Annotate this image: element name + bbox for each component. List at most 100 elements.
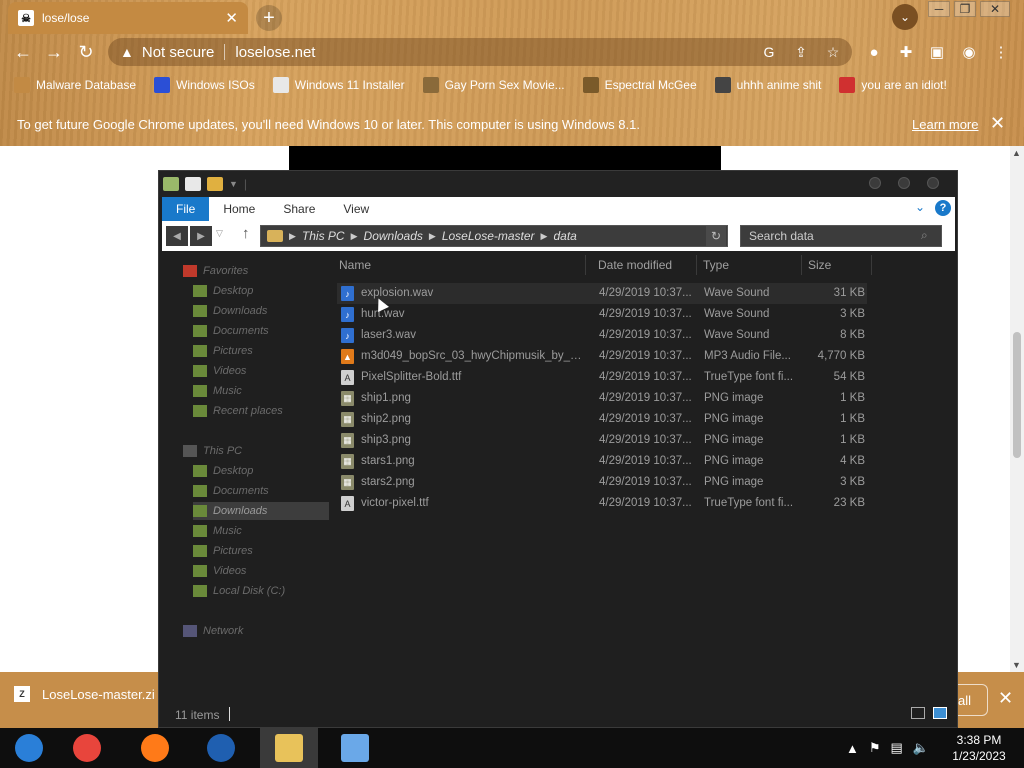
scrollbar-thumb[interactable] bbox=[1013, 332, 1021, 458]
breadcrumb-this-pc[interactable]: This PC bbox=[302, 229, 345, 243]
address-bar[interactable]: ▲ Not secure loselose.net bbox=[108, 38, 852, 66]
file-row[interactable]: ♪ explosion.wav 4/29/2019 10:37... Wave Sou… bbox=[337, 283, 867, 304]
page-scrollbar[interactable]: ▲ ▼ bbox=[1010, 146, 1024, 672]
nav-item[interactable]: Local Disk (C:) bbox=[193, 582, 285, 600]
file-row[interactable]: ▦ stars1.png 4/29/2019 10:37... PNG image 4 … bbox=[337, 451, 867, 472]
refresh-button[interactable]: ↻ bbox=[706, 226, 726, 246]
google-icon[interactable]: G bbox=[760, 43, 778, 61]
quick-access-dropdown-icon[interactable]: ▼ bbox=[229, 179, 238, 189]
nav-item[interactable]: Pictures bbox=[193, 342, 253, 360]
file-row[interactable]: ▦ ship2.png 4/29/2019 10:37... PNG image 1 K… bbox=[337, 409, 867, 430]
bookmark-item[interactable]: uhhh anime shit bbox=[714, 77, 821, 93]
file-row[interactable]: ♪ hurt.wav 4/29/2019 10:37... Wave Sound 3 K… bbox=[337, 304, 867, 325]
ribbon-tab-share[interactable]: Share bbox=[269, 197, 329, 221]
expand-ribbon-icon[interactable]: ⌄ bbox=[915, 200, 925, 214]
forward-button[interactable]: → bbox=[43, 41, 65, 63]
nav-item[interactable]: Videos bbox=[193, 362, 246, 380]
bookmark-item[interactable]: Malware Database bbox=[14, 77, 136, 93]
bookmark-item[interactable]: Espectral McGee bbox=[582, 77, 697, 93]
learn-more-link[interactable]: Learn more bbox=[912, 117, 978, 132]
nav-item[interactable]: Videos bbox=[193, 562, 246, 580]
tab-search-button[interactable]: ⌄ bbox=[892, 4, 918, 30]
column-divider[interactable] bbox=[871, 255, 872, 275]
ribbon-tab-file[interactable]: File bbox=[162, 197, 210, 221]
profile-extension-icon[interactable]: ● bbox=[863, 41, 885, 63]
explorer-titlebar[interactable]: ▼ | bbox=[159, 171, 957, 197]
column-divider[interactable] bbox=[585, 255, 586, 275]
breadcrumb-arrow-icon[interactable]: ▶ bbox=[351, 231, 358, 242]
file-row[interactable]: ▲ m3d049_bopSrc_03_hwyChipmusik_by_x... 4/… bbox=[337, 346, 867, 367]
security-label[interactable]: Not secure bbox=[142, 44, 215, 61]
nav-item[interactable]: Music bbox=[193, 522, 242, 540]
file-row[interactable]: ▦ ship1.png 4/29/2019 10:37... PNG image 1 K… bbox=[337, 388, 867, 409]
nav-this-pc[interactable]: This PC bbox=[183, 442, 242, 460]
download-filename[interactable]: LoseLose-master.zi bbox=[42, 687, 155, 702]
large-icons-view-icon[interactable] bbox=[933, 707, 947, 719]
download-item[interactable]: Z LoseLose-master.zi bbox=[14, 686, 155, 702]
nav-item[interactable]: Recent places bbox=[193, 402, 283, 420]
close-infobar-icon[interactable]: ✕ bbox=[990, 113, 1005, 134]
column-date-modified[interactable]: Date modified bbox=[598, 258, 672, 272]
taskbar-app-button[interactable] bbox=[192, 728, 250, 768]
side-panel-icon[interactable]: ▣ bbox=[926, 41, 948, 63]
system-clock[interactable]: 3:38 PM 1/23/2023 bbox=[944, 732, 1014, 764]
column-type[interactable]: Type bbox=[703, 258, 729, 272]
taskbar-app-button[interactable] bbox=[0, 728, 58, 768]
scroll-up-icon[interactable]: ▲ bbox=[1012, 148, 1021, 158]
column-divider[interactable] bbox=[696, 255, 697, 275]
breadcrumb-downloads[interactable]: Downloads bbox=[364, 229, 423, 243]
file-row[interactable]: ▦ stars2.png 4/29/2019 10:37... PNG image 3 … bbox=[337, 472, 867, 493]
taskbar-app-button[interactable] bbox=[260, 728, 318, 768]
explorer-back-button[interactable]: ◀ bbox=[166, 226, 188, 246]
breadcrumb-arrow-icon[interactable]: ▶ bbox=[289, 231, 296, 242]
bookmark-item[interactable]: Gay Porn Sex Movie... bbox=[422, 77, 565, 93]
ribbon-tab-home[interactable]: Home bbox=[209, 197, 269, 221]
nav-network[interactable]: Network bbox=[183, 622, 243, 640]
column-divider[interactable] bbox=[801, 255, 802, 275]
scroll-down-icon[interactable]: ▼ bbox=[1012, 660, 1021, 670]
nav-item[interactable]: Downloads bbox=[193, 302, 267, 320]
breadcrumb-data[interactable]: data bbox=[553, 229, 576, 243]
volume-icon[interactable]: 🔈 bbox=[913, 740, 929, 756]
back-button[interactable]: ← bbox=[12, 41, 34, 63]
file-row[interactable]: Avictor-pixel.ttf 4/29/2019 10:37... TrueT… bbox=[337, 493, 867, 514]
nav-item[interactable]: Music bbox=[193, 382, 242, 400]
share-icon[interactable]: ⇪ bbox=[792, 43, 810, 61]
close-download-shelf-icon[interactable]: ✕ bbox=[998, 688, 1013, 709]
taskbar-app-button[interactable] bbox=[326, 728, 384, 768]
up-folder-button[interactable]: ↑ bbox=[242, 225, 250, 242]
search-box[interactable]: Search data ⌕ bbox=[740, 225, 942, 247]
nav-item[interactable]: Documents bbox=[193, 322, 269, 340]
nav-item[interactable]: Pictures bbox=[193, 542, 253, 560]
recent-locations-icon[interactable]: ▽ bbox=[216, 228, 223, 239]
taskbar-app-button[interactable] bbox=[126, 728, 184, 768]
bookmark-star-icon[interactable]: ☆ bbox=[824, 43, 842, 61]
nav-item[interactable]: Documents bbox=[193, 482, 269, 500]
properties-icon[interactable] bbox=[185, 177, 201, 191]
help-icon[interactable]: ? bbox=[935, 200, 951, 216]
explorer-minimize-button[interactable] bbox=[869, 177, 881, 189]
nav-item[interactable]: Downloads bbox=[193, 502, 329, 520]
explorer-address-bar[interactable]: ▶ This PC ▶ Downloads ▶ LoseLose-master … bbox=[260, 225, 728, 247]
explorer-maximize-button[interactable] bbox=[898, 177, 910, 189]
bookmark-item[interactable]: Windows 11 Installer bbox=[272, 77, 405, 93]
explorer-forward-button[interactable]: ▶ bbox=[190, 226, 212, 246]
extensions-icon[interactable]: ✚ bbox=[895, 41, 917, 63]
file-row[interactable]: A PixelSplitter-Bold.ttf 4/29/2019 10:37..… bbox=[337, 367, 867, 388]
show-hidden-icons[interactable]: ▲ bbox=[846, 741, 859, 756]
nav-item[interactable]: Desktop bbox=[193, 462, 253, 480]
new-tab-button[interactable]: + bbox=[256, 5, 282, 31]
breadcrumb-arrow-icon[interactable]: ▶ bbox=[541, 231, 548, 242]
bookmark-item[interactable]: Windows ISOs bbox=[154, 77, 255, 93]
breadcrumb-arrow-icon[interactable]: ▶ bbox=[429, 231, 436, 242]
breadcrumb-loselose-master[interactable]: LoseLose-master bbox=[442, 229, 535, 243]
network-icon[interactable]: ▤ bbox=[891, 740, 903, 756]
ribbon-tab-view[interactable]: View bbox=[329, 197, 383, 221]
file-row[interactable]: ▦ ship3.png 4/29/2019 10:37... PNG image 1 K… bbox=[337, 430, 867, 451]
close-tab-icon[interactable]: ✕ bbox=[225, 9, 238, 27]
file-row[interactable]: ♪ laser3.wav 4/29/2019 10:37... Wave Sound 8… bbox=[337, 325, 867, 346]
browser-tab[interactable]: ☠ lose/lose ✕ bbox=[8, 2, 248, 34]
restore-button[interactable]: ❐ bbox=[954, 1, 976, 17]
url-text[interactable]: loselose.net bbox=[235, 44, 315, 61]
reload-button[interactable]: ↻ bbox=[75, 41, 97, 63]
